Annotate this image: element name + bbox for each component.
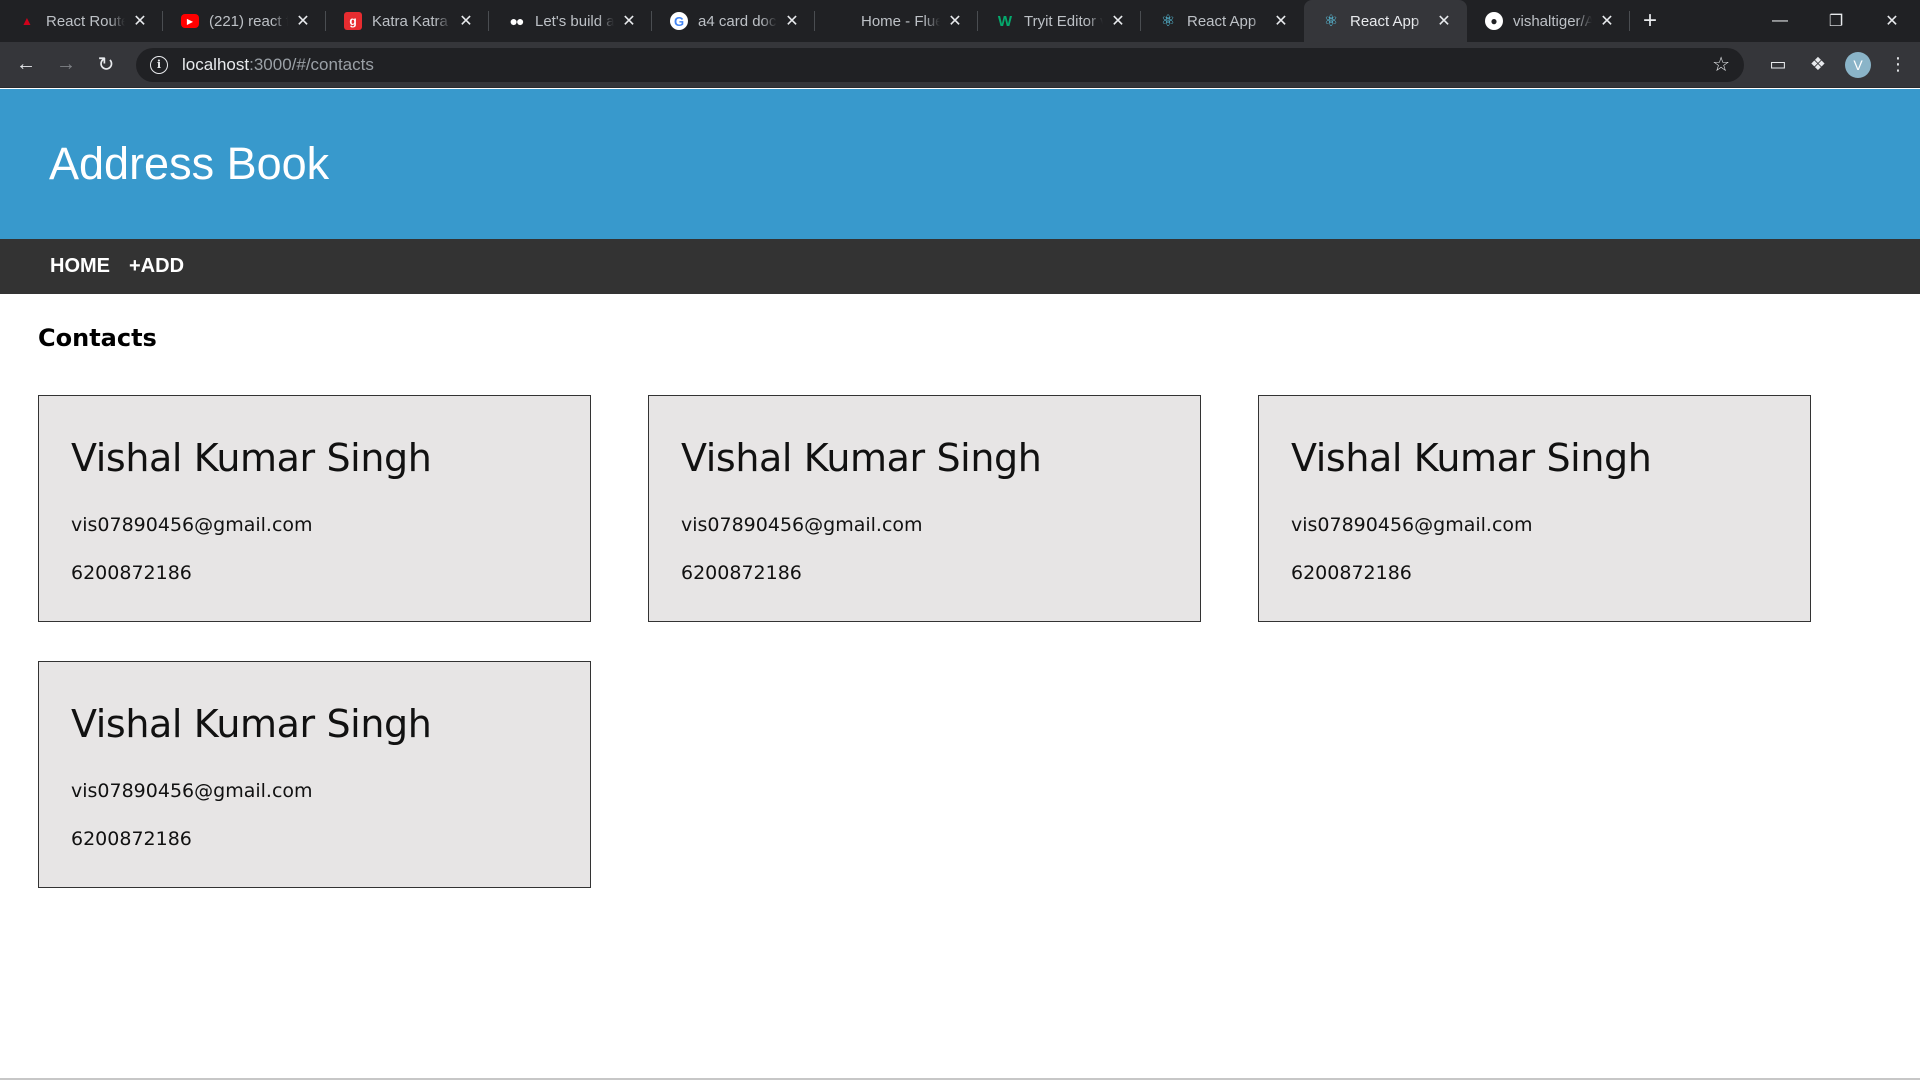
github-favicon-icon: ● [1485,12,1503,30]
extensions-puzzle-icon[interactable]: ❖ [1798,45,1838,85]
app-nav-bar: HOME +ADD [0,239,1920,294]
close-icon[interactable]: ✕ [783,12,801,30]
gaana-favicon-icon: g [344,12,362,30]
contact-phone: 6200872186 [681,562,802,584]
page-viewport: Address Book HOME +ADD Contacts Vishal K… [0,89,1920,1080]
browser-tab[interactable]: ▶ (221) react fl ✕ [163,0,326,42]
nav-home-link[interactable]: HOME [50,255,110,278]
microsoft-favicon-icon [833,12,851,30]
contact-name: Vishal Kumar Singh [71,702,432,746]
contact-email: vis07890456@gmail.com [681,514,923,536]
browser-toolbar: ← → ↻ i localhost:3000/#/contacts ☆ ▭ ❖ … [0,42,1920,88]
tab-title: Let's build a [535,12,614,30]
close-icon[interactable]: ✕ [457,12,475,30]
back-arrow-icon[interactable]: ← [6,45,46,85]
close-icon[interactable]: ✕ [946,12,964,30]
contact-card: Vishal Kumar Singh vis07890456@gmail.com… [38,661,591,888]
avatar: V [1845,51,1871,78]
tab-title: Tryit Editor v [1024,12,1103,30]
app-header: Address Book [0,89,1920,239]
contact-phone: 6200872186 [71,562,192,584]
reload-icon[interactable]: ↻ [86,45,126,85]
react-favicon-icon: ⚛ [1160,13,1176,30]
close-icon[interactable]: ✕ [1109,12,1127,30]
contact-email: vis07890456@gmail.com [71,514,313,536]
tab-title: (221) react fl [209,12,288,30]
restore-icon[interactable]: ❐ [1808,0,1864,42]
tab-title: React Router [46,12,125,30]
contact-card: Vishal Kumar Singh vis07890456@gmail.com… [1258,395,1811,622]
youtube-favicon-icon: ▶ [181,14,199,28]
react-favicon-icon: ⚛ [1323,13,1339,30]
contacts-heading: Contacts [38,324,157,352]
tab-title: Home - Flue [861,12,940,30]
react-router-favicon-icon: ▲ [21,14,33,28]
browser-tab[interactable]: Home - Flue ✕ [815,0,978,42]
site-info-icon[interactable]: i [150,55,168,74]
browser-tab-active[interactable]: ⚛ React App ✕ [1304,0,1467,42]
w3schools-favicon-icon: W [997,12,1013,30]
nav-add-link[interactable]: +ADD [129,255,184,278]
close-icon[interactable]: ✕ [620,12,638,30]
close-icon[interactable]: ✕ [1272,12,1290,30]
contact-name: Vishal Kumar Singh [1291,436,1652,480]
tab-title: React App [1350,12,1420,30]
browser-tab-strip: ▲ React Router ✕ ▶ (221) react fl ✕ g Ka… [0,0,1920,42]
profile-button[interactable]: V [1838,45,1878,85]
tab-title: React App [1187,12,1257,30]
window-controls: — ❐ ✕ [1752,0,1920,42]
new-tab-button[interactable]: + [1630,0,1670,42]
toolbar-actions: ▭ ❖ V ⋮ [1758,45,1918,85]
browser-tab[interactable]: G a4 card doc ✕ [652,0,815,42]
browser-tab[interactable]: ⚛ React App ✕ [1141,0,1304,42]
menu-kebab-icon[interactable]: ⋮ [1878,45,1918,85]
contact-name: Vishal Kumar Singh [71,436,432,480]
browser-tab[interactable]: ●● Let's build a ✕ [489,0,652,42]
cast-icon[interactable]: ▭ [1758,45,1798,85]
tab-title: vishaltiger/A [1513,12,1592,30]
google-favicon-icon: G [670,12,688,30]
tab-title: a4 card doc [698,12,777,30]
medium-favicon-icon: ●● [509,13,525,29]
close-window-icon[interactable]: ✕ [1864,0,1920,42]
contact-email: vis07890456@gmail.com [1291,514,1533,536]
contact-email: vis07890456@gmail.com [71,780,313,802]
browser-tab[interactable]: ● vishaltiger/A ✕ [1467,0,1630,42]
close-icon[interactable]: ✕ [1598,12,1616,30]
browser-tab[interactable]: g Katra Katra - ✕ [326,0,489,42]
contact-phone: 6200872186 [1291,562,1412,584]
contact-card: Vishal Kumar Singh vis07890456@gmail.com… [38,395,591,622]
tab-title: Katra Katra - [372,12,451,30]
forward-arrow-icon[interactable]: → [46,45,86,85]
browser-tab[interactable]: W Tryit Editor v ✕ [978,0,1141,42]
minimize-icon[interactable]: — [1752,0,1808,42]
close-icon[interactable]: ✕ [131,12,149,30]
url-path: :3000/#/contacts [249,54,374,74]
address-bar[interactable]: i localhost:3000/#/contacts ☆ [136,47,1744,82]
page-title: Address Book [49,138,330,189]
contact-phone: 6200872186 [71,828,192,850]
close-icon[interactable]: ✕ [1435,12,1453,30]
bookmark-star-icon[interactable]: ☆ [1712,52,1730,77]
contact-card: Vishal Kumar Singh vis07890456@gmail.com… [648,395,1201,622]
contact-name: Vishal Kumar Singh [681,436,1042,480]
close-icon[interactable]: ✕ [294,12,312,30]
url-host: localhost [182,54,250,74]
browser-tab[interactable]: ▲ React Router ✕ [0,0,163,42]
contacts-grid: Vishal Kumar Singh vis07890456@gmail.com… [38,395,1878,888]
